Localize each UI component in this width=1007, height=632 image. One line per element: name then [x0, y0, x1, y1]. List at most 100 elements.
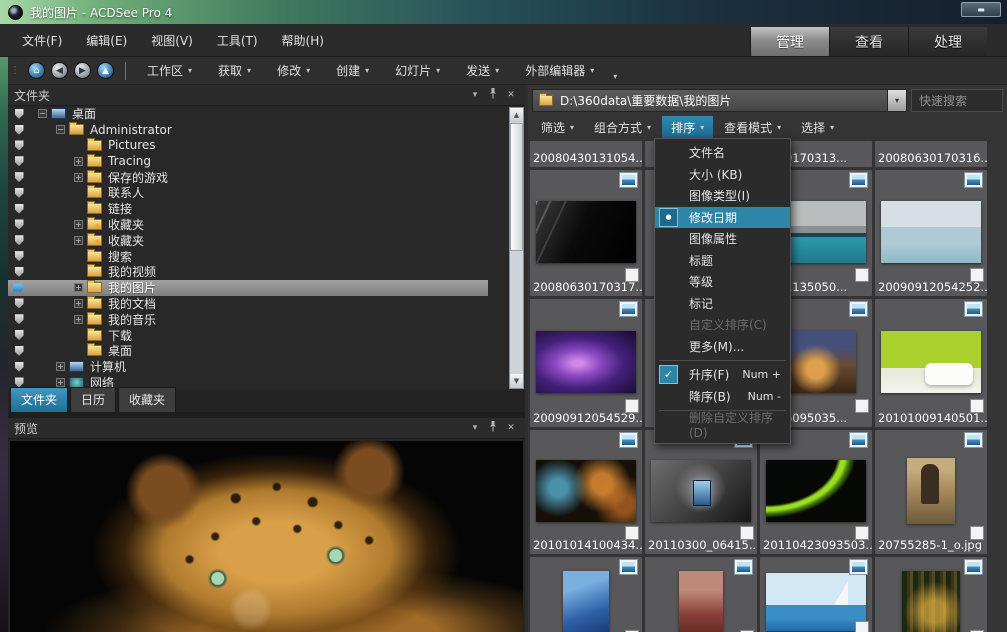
thumbnail-image[interactable]	[902, 571, 960, 632]
select-dropdown[interactable]: 选择▾	[792, 116, 843, 139]
send-dropdown[interactable]: 发送▾	[453, 58, 512, 83]
toolbar-grip[interactable]: ⋮	[10, 65, 21, 76]
thumbnail-cell[interactable]: 20101014100434...	[530, 430, 642, 554]
tab-folders[interactable]: 文件夹	[10, 387, 68, 412]
tree-item-favorites[interactable]: +收藏夹	[8, 217, 525, 233]
selection-arrow-icon[interactable]	[8, 267, 30, 277]
thumbnail-checkbox[interactable]	[970, 399, 984, 413]
thumbnail-image[interactable]	[881, 201, 981, 263]
viewmode-dropdown[interactable]: 查看模式▾	[715, 116, 790, 139]
selection-arrow-icon[interactable]	[8, 314, 30, 324]
thumbnail-checkbox[interactable]	[625, 526, 639, 540]
thumbnail-image[interactable]	[907, 458, 955, 524]
panel-collapse-icon[interactable]: ▾	[467, 423, 483, 433]
expander-icon[interactable]: +	[74, 236, 83, 245]
tree-item-contacts[interactable]: 联系人	[8, 185, 525, 201]
thumbnail-image[interactable]	[563, 571, 609, 632]
menu-item-modified-date[interactable]: ●修改日期	[655, 207, 790, 229]
expander-icon[interactable]: −	[56, 125, 65, 134]
menu-item-custom-sort[interactable]: 自定义排序(C)	[655, 314, 790, 336]
thumbnail-checkbox[interactable]	[855, 526, 869, 540]
menu-edit[interactable]: 编辑(E)	[74, 28, 139, 53]
thumbnail-checkbox[interactable]	[855, 268, 869, 282]
thumbnail-checkbox[interactable]	[855, 621, 869, 632]
thumbnail-checkbox[interactable]	[625, 399, 639, 413]
selection-arrow-icon[interactable]	[8, 140, 30, 150]
tree-scrollbar[interactable]: ▲ ▼	[509, 107, 524, 389]
group-dropdown[interactable]: 组合方式▾	[585, 116, 660, 139]
panel-collapse-icon[interactable]: ▾	[467, 90, 483, 100]
menu-item-tag[interactable]: 标记	[655, 293, 790, 315]
expander-icon[interactable]: −	[38, 109, 47, 118]
tree-item-desktop[interactable]: −桌面	[8, 106, 525, 122]
thumbnail-cell[interactable]: 20755285-1_o.jpg	[875, 430, 987, 554]
expander-icon[interactable]: +	[56, 362, 65, 371]
thumbnail-cell[interactable]: 20080630170317...	[530, 170, 642, 296]
thumbnail-cell[interactable]: 20090912054529...	[530, 299, 642, 427]
selection-arrow-icon[interactable]	[8, 219, 30, 229]
path-field[interactable]: D:\360data\重要数据\我的图片	[532, 89, 888, 112]
panel-pin-icon[interactable]	[485, 88, 501, 102]
quick-search-input[interactable]: 快速搜索	[911, 89, 1003, 112]
thumbnail-image[interactable]	[536, 201, 636, 263]
tree-item-links[interactable]: 链接	[8, 201, 525, 217]
tree-item-administrator[interactable]: −Administrator	[8, 122, 525, 138]
create-dropdown[interactable]: 创建▾	[323, 58, 382, 83]
thumbnail-cell[interactable]	[875, 557, 987, 632]
scroll-up-icon[interactable]: ▲	[510, 108, 523, 122]
minimize-button[interactable]: ▬	[961, 2, 1001, 17]
panel-close-icon[interactable]: ✕	[503, 423, 519, 433]
selection-arrow-icon[interactable]	[8, 188, 30, 198]
thumbnail-image[interactable]	[766, 460, 866, 522]
menu-item-title[interactable]: 标题	[655, 250, 790, 272]
selection-arrow-icon[interactable]	[8, 156, 30, 166]
tab-process[interactable]: 处理	[908, 27, 987, 56]
selection-arrow-icon[interactable]	[8, 362, 30, 372]
acquire-dropdown[interactable]: 获取▾	[205, 58, 264, 83]
expander-icon[interactable]: +	[74, 157, 83, 166]
expander-icon[interactable]: +	[74, 283, 83, 292]
tree-item-my-music[interactable]: +我的音乐	[8, 311, 525, 327]
thumbnail-cell[interactable]	[645, 557, 757, 632]
thumbnail-cell[interactable]: 20090912054252...	[875, 170, 987, 296]
expander-icon[interactable]: +	[74, 315, 83, 324]
menu-item-image-type[interactable]: 图像类型(I)	[655, 185, 790, 207]
thumbnail-checkbox[interactable]	[625, 268, 639, 282]
selection-arrow-icon[interactable]	[8, 377, 30, 387]
menu-tools[interactable]: 工具(T)	[205, 28, 270, 53]
edit-dropdown[interactable]: 修改▾	[264, 58, 323, 83]
thumbnail-image[interactable]	[679, 571, 723, 632]
menu-file[interactable]: 文件(F)	[10, 28, 74, 53]
menu-item-image-properties[interactable]: 图像属性	[655, 228, 790, 250]
tree-item-my-pictures[interactable]: +我的图片	[8, 280, 488, 296]
tab-calendar[interactable]: 日历	[70, 387, 116, 412]
thumbnail-cell[interactable]: 20110300_06415...	[645, 430, 757, 554]
thumbnail-cell[interactable]: 20080630170316...	[875, 141, 987, 167]
path-dropdown-icon[interactable]: ▾	[888, 89, 907, 112]
menu-item-rating[interactable]: 等级	[655, 271, 790, 293]
sort-dropdown[interactable]: 排序▾	[662, 116, 713, 139]
tree-item-my-videos[interactable]: 我的视频	[8, 264, 525, 280]
tree-item-computer[interactable]: +计算机	[8, 359, 525, 375]
thumbnail-checkbox[interactable]	[970, 526, 984, 540]
thumbnail-image[interactable]	[536, 460, 636, 522]
menu-item-remove-custom-sort[interactable]: 删除自定义排序(D)	[655, 414, 790, 436]
expander-icon[interactable]: +	[74, 220, 83, 229]
thumbnail-checkbox[interactable]	[855, 399, 869, 413]
tab-view[interactable]: 查看	[829, 27, 908, 56]
filter-dropdown[interactable]: 筛选▾	[532, 116, 583, 139]
panel-close-icon[interactable]: ✕	[503, 90, 519, 100]
thumbnail-image[interactable]	[536, 331, 636, 393]
thumbnail-image[interactable]	[881, 331, 981, 393]
expander-icon[interactable]: +	[74, 299, 83, 308]
tree-item-downloads[interactable]: 下载	[8, 327, 525, 343]
tree-item-my-documents[interactable]: +我的文档	[8, 296, 525, 312]
thumbnail-cell[interactable]	[530, 557, 642, 632]
toolbar-overflow-icon[interactable]: ▾	[613, 72, 617, 84]
up-icon[interactable]: ▲	[97, 62, 114, 79]
external-editor-dropdown[interactable]: 外部编辑器▾	[512, 58, 607, 83]
selection-arrow-icon[interactable]	[8, 109, 30, 119]
selection-arrow-icon[interactable]	[8, 172, 30, 182]
menu-item-size[interactable]: 大小 (KB)	[655, 164, 790, 186]
selection-arrow-icon[interactable]	[8, 346, 30, 356]
